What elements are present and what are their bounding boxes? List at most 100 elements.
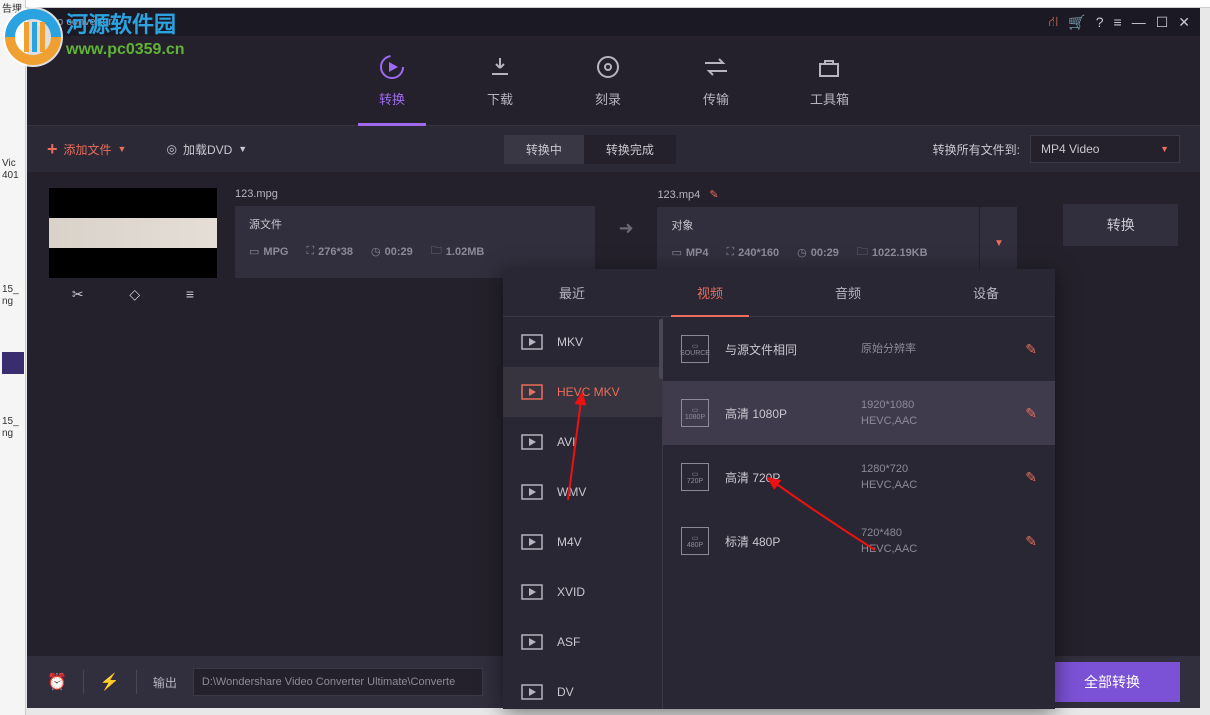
- output-path-input[interactable]: D:\Wondershare Video Converter Ultimate\…: [193, 668, 483, 696]
- format-icon: [521, 483, 543, 501]
- format-panel: 最近 视频 音频 设备 MKV HEVC MKV AVI WMV M4V XVIDASF D…: [503, 269, 1055, 709]
- arrow-icon: ➜: [613, 218, 639, 239]
- edit-icon[interactable]: ✎: [1025, 533, 1037, 550]
- tab-convert-label: 转换: [379, 89, 405, 108]
- load-dvd-label: 加载DVD: [183, 141, 232, 158]
- chevron-down-icon: ▼: [1160, 144, 1169, 154]
- format-item[interactable]: WMV: [503, 467, 662, 517]
- convert-icon: [378, 53, 406, 81]
- format-item[interactable]: ASF: [503, 617, 662, 667]
- add-file-button[interactable]: + 添加文件 ▼: [47, 139, 126, 160]
- edit-icon[interactable]: ✎: [1025, 469, 1037, 486]
- gift-icon[interactable]: ⛙: [1048, 13, 1058, 32]
- format-icon: [521, 433, 543, 451]
- source-label: 源文件: [249, 216, 581, 232]
- menu-icon[interactable]: ≡: [1114, 14, 1122, 30]
- target-size: 🗀 1022.19KB: [857, 243, 928, 262]
- format-item-label: DV: [557, 685, 574, 699]
- format-item[interactable]: XVID: [503, 567, 662, 617]
- resolution-icon: ▭480P: [681, 527, 709, 555]
- crop-icon[interactable]: ◇: [129, 286, 140, 303]
- chevron-down-icon: ▼: [118, 144, 127, 154]
- transfer-icon: [702, 53, 730, 81]
- format-icon: [521, 333, 543, 351]
- format-item[interactable]: HEVC MKV: [503, 367, 662, 417]
- bg-text: Vic: [2, 158, 16, 169]
- edit-icon[interactable]: ✎: [1025, 341, 1037, 358]
- burn-icon: [594, 53, 622, 81]
- chevron-down-icon: ▼: [238, 144, 247, 154]
- load-dvd-button[interactable]: ◎ 加载DVD ▼: [166, 141, 247, 158]
- tab-transfer[interactable]: 传输: [702, 53, 730, 108]
- format-item-label: MKV: [557, 335, 583, 349]
- resolution-list: ▭SOURCE与源文件相同原始分辨率✎▭1080P高清 1080P1920*10…: [663, 317, 1055, 709]
- source-duration: ◷ 00:29: [371, 242, 413, 261]
- gpu-icon[interactable]: ⚡: [100, 672, 120, 692]
- tab-burn-label: 刻录: [595, 89, 621, 108]
- resolution-label: 高清 1080P: [725, 405, 845, 422]
- window-title: video converter: [37, 16, 1048, 28]
- video-thumbnail[interactable]: [49, 188, 217, 278]
- target-container: ▭ MP4: [671, 243, 708, 262]
- format-item-label: M4V: [557, 535, 582, 549]
- format-icon: [521, 583, 543, 601]
- edit-icon[interactable]: ✎: [1025, 405, 1037, 422]
- format-item[interactable]: AVI: [503, 417, 662, 467]
- resolution-item[interactable]: ▭480P标清 480P720*480HEVC,AAC✎: [663, 509, 1055, 573]
- convert-all-button[interactable]: 全部转换: [1044, 662, 1180, 702]
- output-label: 输出: [153, 674, 177, 691]
- panel-tab-recent[interactable]: 最近: [503, 269, 641, 316]
- tab-toolbox[interactable]: 工具箱: [810, 53, 849, 108]
- format-item-label: WMV: [557, 485, 586, 499]
- output-format-select[interactable]: MP4 Video ▼: [1030, 135, 1180, 163]
- close-icon[interactable]: ✕: [1178, 14, 1190, 31]
- minimize-icon[interactable]: —: [1132, 14, 1146, 30]
- format-item[interactable]: DV: [503, 667, 662, 709]
- tab-burn[interactable]: 刻录: [594, 53, 622, 108]
- titlebar: video converter ⛙ 🛒 ? ≡ — ☐ ✕: [27, 8, 1200, 36]
- target-filename: 123.mp4: [657, 189, 700, 201]
- source-dims: ⛶ 276*38: [306, 242, 353, 261]
- resolution-item[interactable]: ▭720P高清 720P1280*720HEVC,AAC✎: [663, 445, 1055, 509]
- format-item-label: AVI: [557, 435, 575, 449]
- panel-tab-video[interactable]: 视频: [641, 269, 779, 316]
- format-icon: [521, 533, 543, 551]
- help-icon[interactable]: ?: [1096, 14, 1104, 30]
- scrollbar[interactable]: [659, 319, 663, 379]
- tab-toolbox-label: 工具箱: [810, 89, 849, 108]
- format-item-label: HEVC MKV: [557, 385, 620, 399]
- effects-icon[interactable]: ≡: [186, 286, 194, 302]
- tab-download[interactable]: 下载: [486, 53, 514, 108]
- panel-tab-audio[interactable]: 音频: [779, 269, 917, 316]
- seg-converting[interactable]: 转换中: [504, 135, 584, 164]
- format-icon: [521, 633, 543, 651]
- source-filename: 123.mpg: [235, 188, 595, 200]
- trim-icon[interactable]: ✂: [72, 286, 84, 303]
- resolution-item[interactable]: ▭1080P 高清 1080P 1920*1080HEVC,AAC ✎: [663, 381, 1055, 445]
- bg-text: ng: [2, 428, 13, 439]
- panel-tab-device[interactable]: 设备: [917, 269, 1055, 316]
- seg-done[interactable]: 转换完成: [584, 135, 676, 164]
- resolution-label: 与源文件相同: [725, 341, 845, 358]
- rename-icon[interactable]: ✎: [709, 189, 718, 201]
- resolution-icon: ▭720P: [681, 463, 709, 491]
- convert-all-to-label: 转换所有文件到:: [933, 141, 1020, 158]
- disc-icon: ◎: [166, 142, 176, 156]
- convert-button[interactable]: 转换: [1063, 204, 1178, 246]
- toolbar: + 添加文件 ▼ ◎ 加载DVD ▼ 转换中 转换完成 转换所有文件到: MP4…: [27, 126, 1200, 172]
- format-item[interactable]: MKV: [503, 317, 662, 367]
- source-info: 源文件 ▭ MPG ⛶ 276*38 ◷ 00:29 🗀 1.02MB: [235, 206, 595, 278]
- format-icon: [521, 383, 543, 401]
- tab-download-label: 下载: [487, 89, 513, 108]
- maximize-icon[interactable]: ☐: [1156, 14, 1169, 31]
- timer-icon[interactable]: ⏰: [47, 672, 67, 692]
- format-item[interactable]: M4V: [503, 517, 662, 567]
- target-dims: ⛶ 240*160: [726, 243, 779, 262]
- resolution-item[interactable]: ▭SOURCE与源文件相同原始分辨率✎: [663, 317, 1055, 381]
- resolution-icon: ▭1080P: [681, 399, 709, 427]
- resolution-meta: 原始分辨率: [861, 341, 916, 358]
- toolbox-icon: [815, 53, 843, 81]
- tab-convert[interactable]: 转换: [378, 53, 406, 108]
- cart-icon[interactable]: 🛒: [1068, 14, 1085, 31]
- resolution-meta: 1920*1080HEVC,AAC: [861, 397, 917, 430]
